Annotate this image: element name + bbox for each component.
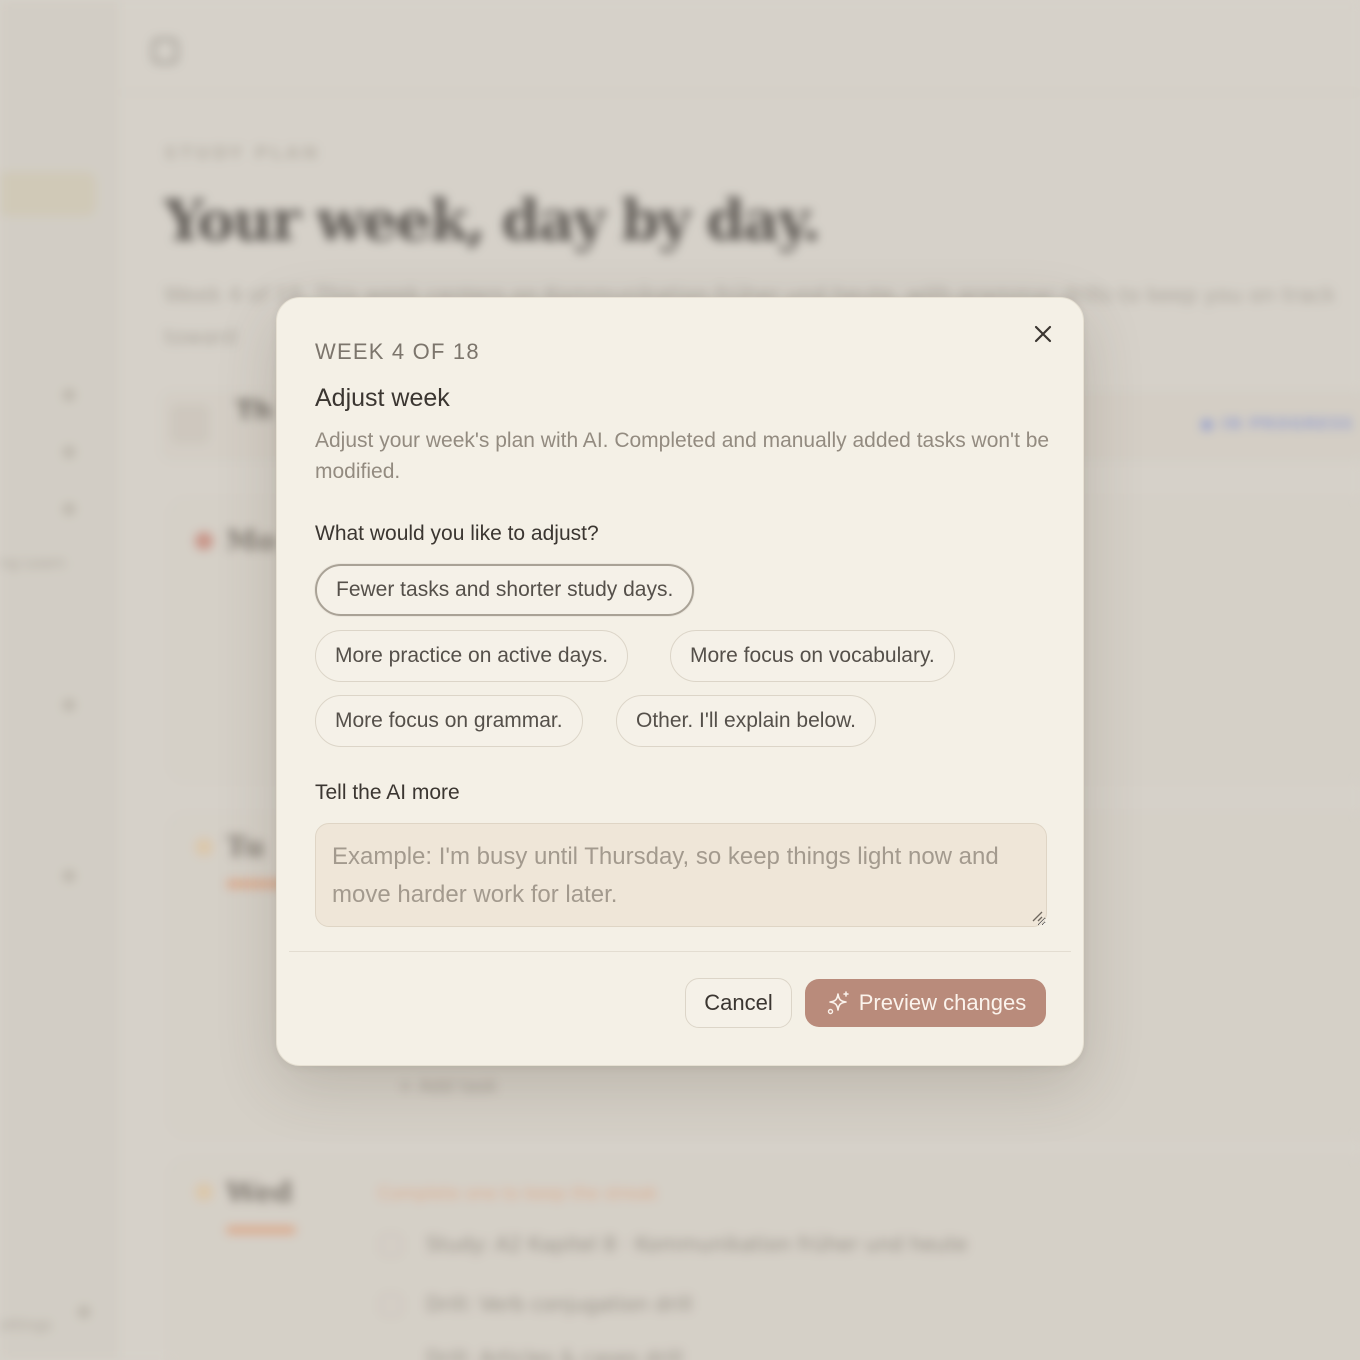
option-chip-other[interactable]: Other. I'll explain below. [616,695,876,747]
option-chip-fewer-tasks[interactable]: Fewer tasks and shorter study days. [315,564,695,616]
dialog-title: Adjust week [315,384,450,412]
preview-changes-button[interactable]: Preview changes [805,979,1046,1027]
close-icon [1034,325,1052,343]
option-chip-grammar[interactable]: More focus on grammar. [315,695,583,747]
adjust-question-label: What would you like to adjust? [315,522,599,545]
dialog-eyebrow: Week 4 of 18 [315,339,480,364]
option-chip-more-practice[interactable]: More practice on active days. [315,630,629,682]
option-chip-vocabulary[interactable]: More focus on vocabulary. [670,630,955,682]
details-textarea[interactable]: Example: I'm busy until Thursday, so kee… [315,823,1047,927]
resize-handle-icon[interactable] [1031,910,1043,922]
close-button[interactable] [1025,316,1061,352]
cancel-button[interactable]: Cancel [685,978,792,1028]
tell-ai-more-label: Tell the AI more [315,781,460,804]
sparkles-icon [827,991,849,1015]
dialog-description: Adjust your week's plan with AI. Complet… [315,429,1050,483]
preview-changes-label: Preview changes [858,990,1027,1015]
footer-divider [289,951,1071,952]
adjust-week-dialog: Week 4 of 18 Adjust week Adjust your wee… [276,297,1084,1066]
